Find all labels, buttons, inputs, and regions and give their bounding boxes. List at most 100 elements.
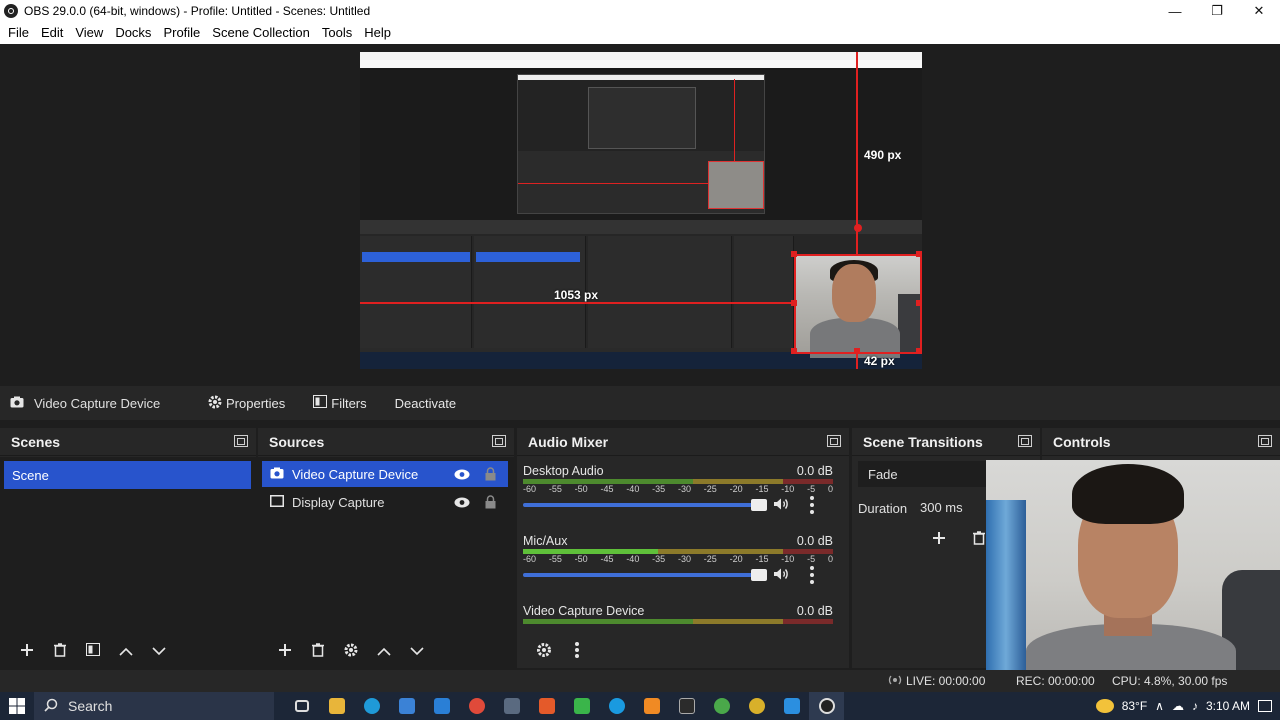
source-item-display-capture[interactable]: Display Capture xyxy=(262,489,508,515)
sublime-text-icon[interactable] xyxy=(634,692,669,720)
mixer-menu-button[interactable] xyxy=(560,636,593,666)
move-source-up-button[interactable] xyxy=(367,636,400,666)
nested-preview xyxy=(517,74,765,214)
network-icon[interactable]: ☁ xyxy=(1172,699,1184,713)
properties-button[interactable]: Properties xyxy=(200,390,293,416)
plus-icon xyxy=(20,643,34,660)
speaker-icon[interactable] xyxy=(773,567,789,584)
scene-filters-button[interactable] xyxy=(76,636,109,666)
resize-handle[interactable] xyxy=(916,348,922,354)
camtasia-icon[interactable] xyxy=(564,692,599,720)
lock-icon[interactable] xyxy=(485,495,496,512)
plus-icon xyxy=(932,532,946,548)
remove-scene-button[interactable] xyxy=(43,636,76,666)
menu-edit[interactable]: Edit xyxy=(35,22,69,44)
volume-icon[interactable]: ♪ xyxy=(1192,699,1198,713)
camera-icon xyxy=(10,396,24,411)
horizontal-distance-label: 1053 px xyxy=(554,288,599,302)
source-context-bar: Video Capture Device Properties Filters … xyxy=(0,386,1280,420)
store-icon[interactable] xyxy=(389,692,424,720)
temperature[interactable]: 83°F xyxy=(1122,699,1147,713)
move-scene-up-button[interactable] xyxy=(109,636,142,666)
volume-slider[interactable] xyxy=(523,499,767,511)
chevron-down-icon xyxy=(409,644,424,659)
status-bar: LIVE: 00:00:00 REC: 00:00:00 CPU: 4.8%, … xyxy=(0,670,1280,692)
program-preview[interactable]: 490 px 1053 px 42 px xyxy=(360,52,922,369)
menu-help[interactable]: Help xyxy=(358,22,397,44)
resize-handle[interactable] xyxy=(791,348,797,354)
volume-slider[interactable] xyxy=(523,569,767,581)
menu-file[interactable]: File xyxy=(2,22,35,44)
clock[interactable]: 3:10 AM xyxy=(1206,699,1250,713)
menu-tools[interactable]: Tools xyxy=(316,22,358,44)
close-button[interactable]: ✕ xyxy=(1238,0,1280,22)
vscode-icon[interactable] xyxy=(774,692,809,720)
chrome-profile-icon[interactable] xyxy=(704,692,739,720)
duration-input[interactable]: 300 ms xyxy=(916,494,986,520)
resize-handle[interactable] xyxy=(791,251,797,257)
speaker-icon[interactable] xyxy=(773,497,789,514)
distance-guide-bottom xyxy=(856,354,858,369)
add-source-button[interactable] xyxy=(268,636,301,666)
lock-icon[interactable] xyxy=(485,467,496,484)
notification-icon[interactable] xyxy=(1258,700,1272,712)
task-view-icon[interactable] xyxy=(284,692,319,720)
undock-icon[interactable] xyxy=(1018,435,1032,447)
gear-icon xyxy=(536,642,552,661)
file-explorer-icon[interactable] xyxy=(319,692,354,720)
undock-icon[interactable] xyxy=(827,435,841,447)
source-bounding-box[interactable] xyxy=(794,254,922,354)
terminal-icon[interactable] xyxy=(669,692,704,720)
webcam-overlay xyxy=(986,460,1280,678)
chevron-up-icon[interactable]: ∧ xyxy=(1155,699,1164,713)
windows-start-button[interactable] xyxy=(0,692,34,720)
source-properties-button[interactable] xyxy=(334,636,367,666)
remove-source-button[interactable] xyxy=(301,636,334,666)
undock-icon[interactable] xyxy=(492,435,506,447)
obs-taskbar-icon[interactable] xyxy=(809,692,844,720)
brave-browser-icon[interactable] xyxy=(529,692,564,720)
add-transition-button[interactable] xyxy=(932,531,946,548)
mail-icon[interactable] xyxy=(424,692,459,720)
filter-icon xyxy=(85,643,100,659)
move-source-down-button[interactable] xyxy=(400,636,433,666)
eye-visibility-icon[interactable] xyxy=(454,468,470,483)
skype-icon[interactable] xyxy=(599,692,634,720)
more-options-icon[interactable] xyxy=(810,566,814,584)
calculator-icon[interactable] xyxy=(494,692,529,720)
scene-list-item[interactable]: Scene xyxy=(4,461,251,489)
trash-icon xyxy=(973,531,985,548)
restore-button[interactable]: ❐ xyxy=(1196,0,1238,22)
advanced-audio-properties-button[interactable] xyxy=(527,636,560,666)
move-scene-down-button[interactable] xyxy=(142,636,175,666)
weather-icon[interactable] xyxy=(1095,699,1114,713)
chevron-up-icon xyxy=(376,644,391,659)
os-taskbar: Search 83°F ∧ ☁ ♪ 3:10 AM xyxy=(0,692,1280,720)
source-item-video-capture[interactable]: Video Capture Device xyxy=(262,461,508,487)
remove-transition-button[interactable] xyxy=(973,531,985,548)
undock-icon[interactable] xyxy=(1258,435,1272,447)
mixer-toolbar xyxy=(517,634,849,668)
undock-icon[interactable] xyxy=(234,435,248,447)
resize-handle[interactable] xyxy=(916,251,922,257)
trash-icon xyxy=(311,642,324,660)
minimize-button[interactable]: — xyxy=(1154,0,1196,22)
eye-visibility-icon[interactable] xyxy=(454,496,470,511)
menu-scene-collection[interactable]: Scene Collection xyxy=(206,22,316,44)
menu-view[interactable]: View xyxy=(69,22,109,44)
resize-handle[interactable] xyxy=(916,300,922,306)
chrome-icon[interactable] xyxy=(459,692,494,720)
filters-button[interactable]: Filters xyxy=(305,390,374,416)
chrome-dev-icon[interactable] xyxy=(739,692,774,720)
audio-mixer-dock: Audio Mixer Desktop Audio 0.0 dB -60 -55-… xyxy=(517,428,849,668)
more-options-icon[interactable] xyxy=(810,496,814,514)
deactivate-button[interactable]: Deactivate xyxy=(387,390,464,416)
menu-docks[interactable]: Docks xyxy=(109,22,157,44)
menu-profile[interactable]: Profile xyxy=(157,22,206,44)
add-scene-button[interactable] xyxy=(10,636,43,666)
gear-icon xyxy=(208,395,222,412)
edge-browser-icon[interactable] xyxy=(354,692,389,720)
camera-icon xyxy=(270,467,284,482)
transition-select[interactable]: Fade xyxy=(858,461,988,487)
taskbar-search-box[interactable]: Search xyxy=(34,692,274,720)
